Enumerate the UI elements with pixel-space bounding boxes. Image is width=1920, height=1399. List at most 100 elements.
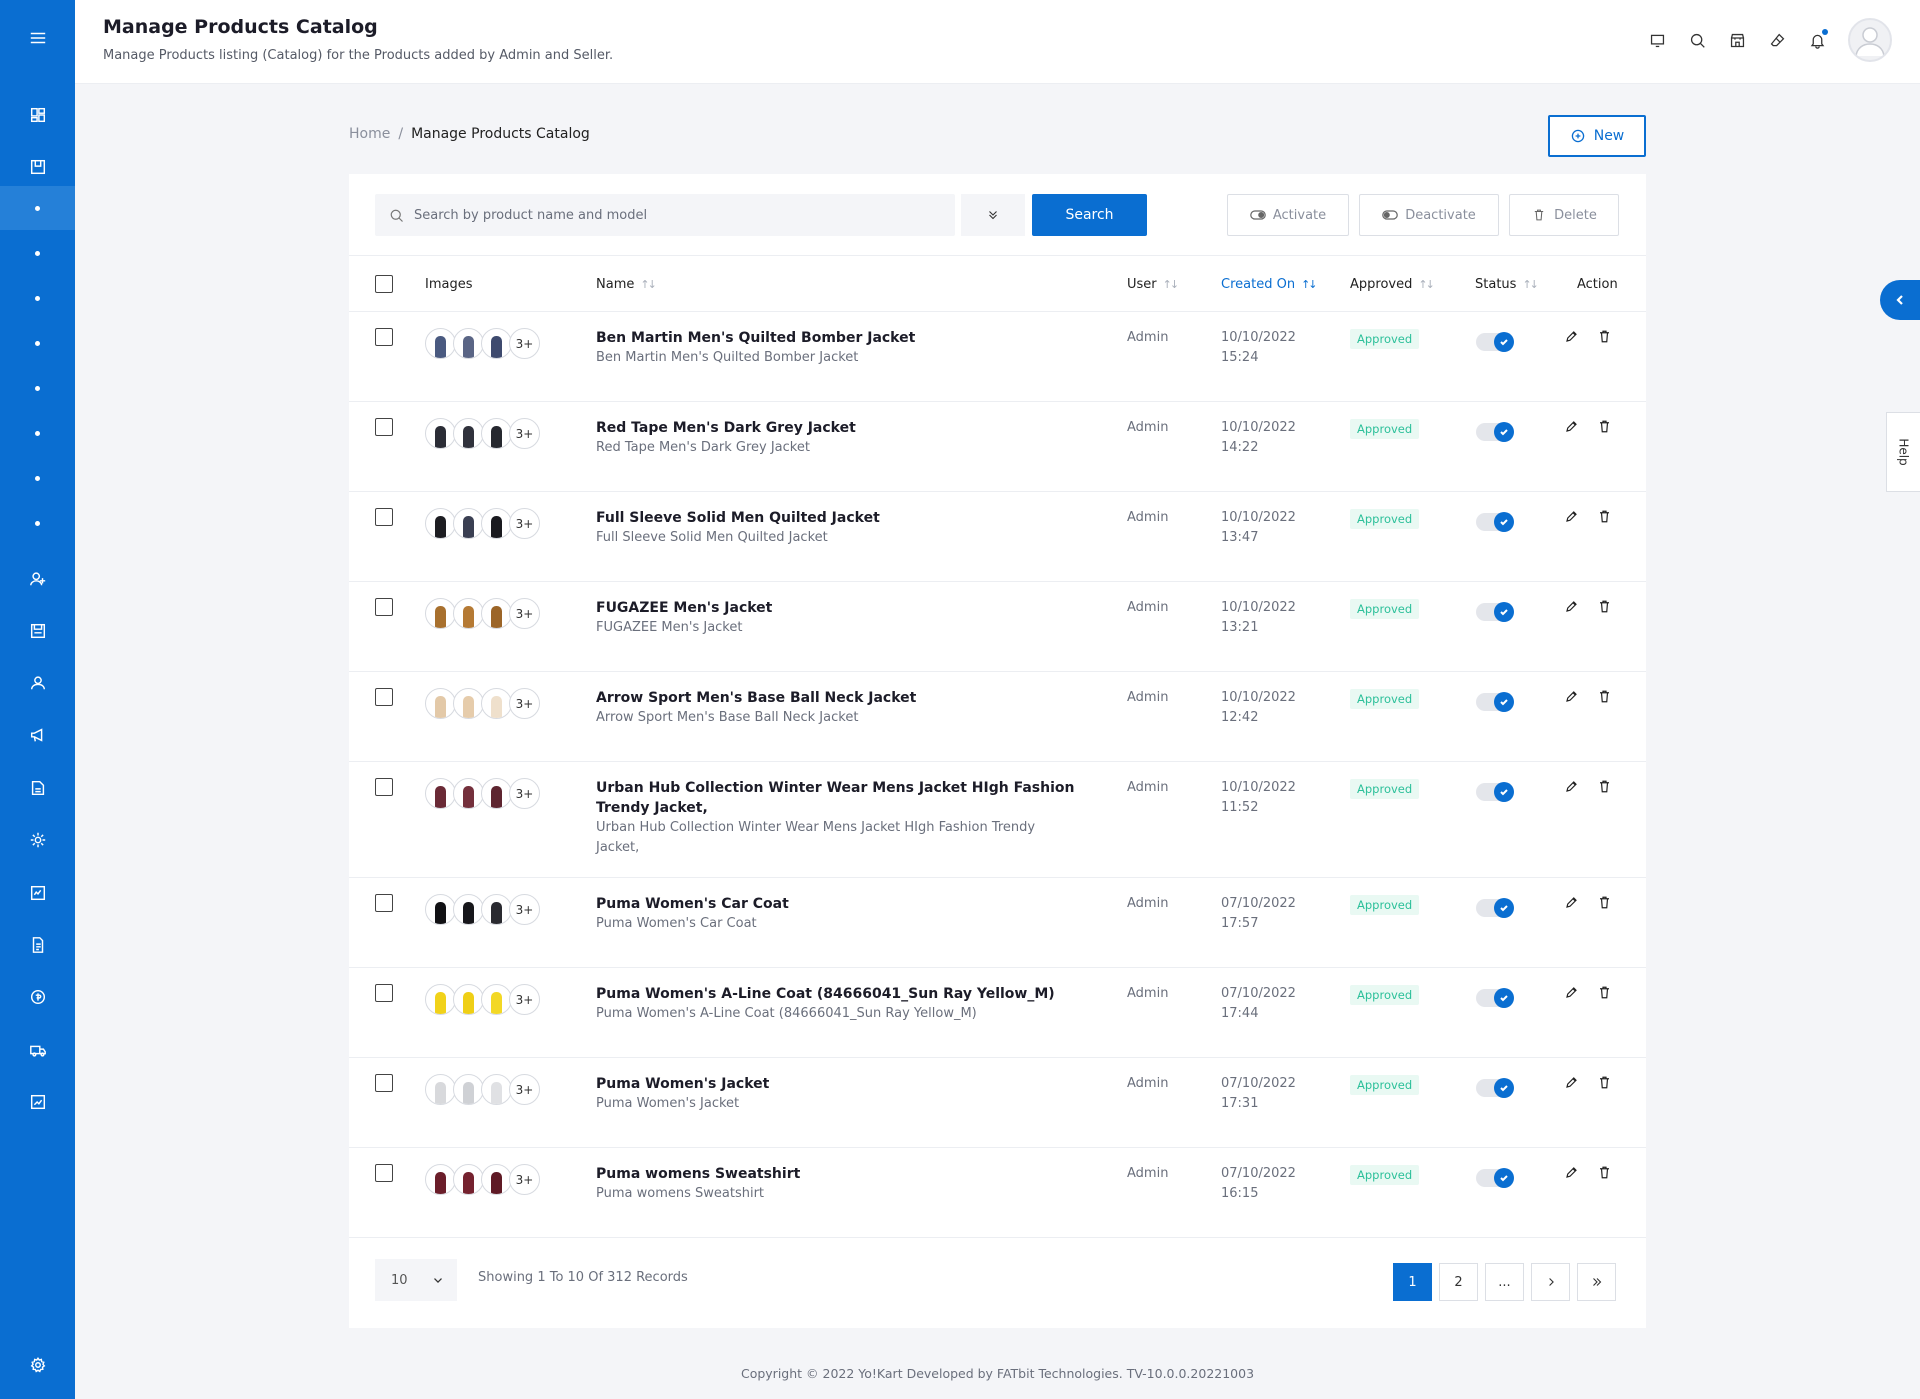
product-name[interactable]: Urban Hub Collection Winter Wear Mens Ja… <box>596 778 1076 818</box>
product-thumbnail[interactable] <box>481 984 512 1015</box>
advanced-search-toggle[interactable] <box>961 194 1025 236</box>
product-thumbnail[interactable] <box>481 1164 512 1195</box>
sidebar-item-reports[interactable] <box>0 871 75 915</box>
delete-row-button[interactable] <box>1597 599 1612 618</box>
product-thumbnail[interactable] <box>425 1074 456 1105</box>
row-checkbox[interactable] <box>375 328 393 346</box>
delete-row-button[interactable] <box>1597 985 1612 1004</box>
sidebar-item-shipping[interactable] <box>0 1028 75 1072</box>
product-thumbnail[interactable] <box>453 1074 484 1105</box>
edit-button[interactable] <box>1564 895 1579 914</box>
product-thumbnail[interactable] <box>481 328 512 359</box>
column-created-on[interactable]: Created On ↑↓ <box>1221 256 1318 312</box>
row-checkbox[interactable] <box>375 1164 393 1182</box>
product-name[interactable]: Puma Women's Car Coat <box>596 894 1076 914</box>
next-page-button[interactable] <box>1531 1263 1570 1301</box>
more-images-badge[interactable]: 3+ <box>509 418 540 449</box>
product-thumbnail[interactable] <box>425 418 456 449</box>
product-thumbnail[interactable] <box>425 984 456 1015</box>
row-checkbox[interactable] <box>375 598 393 616</box>
breadcrumb-home[interactable]: Home <box>349 126 390 142</box>
product-thumbnail[interactable] <box>453 328 484 359</box>
sidebar-subitem[interactable] <box>0 321 75 365</box>
sidebar-subitem[interactable] <box>0 366 75 410</box>
header-search-button[interactable] <box>1688 31 1706 49</box>
product-name[interactable]: Red Tape Men's Dark Grey Jacket <box>596 418 1076 438</box>
product-thumbnail[interactable] <box>453 508 484 539</box>
product-thumbnail[interactable] <box>453 598 484 629</box>
sidebar-item-documents[interactable] <box>0 923 75 967</box>
product-name[interactable]: Arrow Sport Men's Base Ball Neck Jacket <box>596 688 1076 708</box>
sidebar-item-user[interactable] <box>0 661 75 705</box>
sidebar-item-users[interactable] <box>0 557 75 601</box>
product-thumbnail[interactable] <box>425 894 456 925</box>
product-thumbnail[interactable] <box>481 1074 512 1105</box>
delete-row-button[interactable] <box>1597 1075 1612 1094</box>
sidebar-subitem[interactable] <box>0 411 75 455</box>
page-button-1[interactable]: 1 <box>1393 1263 1432 1301</box>
status-toggle[interactable] <box>1476 1078 1514 1098</box>
product-name[interactable]: Full Sleeve Solid Men Quilted Jacket <box>596 508 1076 528</box>
last-page-button[interactable] <box>1577 1263 1616 1301</box>
status-toggle[interactable] <box>1476 422 1514 442</box>
sidebar-item-promotions[interactable] <box>0 713 75 757</box>
row-checkbox[interactable] <box>375 894 393 912</box>
product-name[interactable]: Ben Martin Men's Quilted Bomber Jacket <box>596 328 1076 348</box>
sidebar-subitem-products[interactable] <box>0 186 75 230</box>
menu-toggle[interactable] <box>0 16 75 60</box>
page-ellipsis[interactable]: ... <box>1485 1263 1524 1301</box>
product-thumbnail[interactable] <box>453 418 484 449</box>
edit-button[interactable] <box>1564 509 1579 528</box>
edit-button[interactable] <box>1564 599 1579 618</box>
column-name[interactable]: Name ↑↓ <box>596 256 657 312</box>
edit-button[interactable] <box>1564 1075 1579 1094</box>
edit-button[interactable] <box>1564 689 1579 708</box>
delete-button[interactable]: Delete <box>1509 194 1619 236</box>
delete-row-button[interactable] <box>1597 419 1612 438</box>
delete-row-button[interactable] <box>1597 689 1612 708</box>
edit-button[interactable] <box>1564 1165 1579 1184</box>
product-thumbnail[interactable] <box>481 688 512 719</box>
product-thumbnail[interactable] <box>453 778 484 809</box>
new-product-button[interactable]: New <box>1548 115 1646 157</box>
product-thumbnail[interactable] <box>425 688 456 719</box>
per-page-select[interactable]: 10 <box>375 1259 457 1301</box>
deactivate-button[interactable]: Deactivate <box>1359 194 1499 236</box>
product-thumbnail[interactable] <box>453 984 484 1015</box>
sidebar-item-payments[interactable] <box>0 975 75 1019</box>
sidebar-subitem[interactable] <box>0 231 75 275</box>
delete-row-button[interactable] <box>1597 1165 1612 1184</box>
page-button-2[interactable]: 2 <box>1439 1263 1478 1301</box>
row-checkbox[interactable] <box>375 688 393 706</box>
more-images-badge[interactable]: 3+ <box>509 894 540 925</box>
status-toggle[interactable] <box>1476 1168 1514 1188</box>
status-toggle[interactable] <box>1476 602 1514 622</box>
column-approved[interactable]: Approved ↑↓ <box>1350 256 1435 312</box>
column-status[interactable]: Status ↑↓ <box>1475 256 1539 312</box>
product-name[interactable]: Puma Women's A-Line Coat (84666041_Sun R… <box>596 984 1076 1004</box>
help-tab[interactable]: Help <box>1886 412 1920 492</box>
product-name[interactable]: FUGAZEE Men's Jacket <box>596 598 1076 618</box>
product-thumbnail[interactable] <box>481 778 512 809</box>
avatar[interactable] <box>1848 18 1892 62</box>
store-button[interactable] <box>1728 31 1746 49</box>
delete-row-button[interactable] <box>1597 509 1612 528</box>
product-thumbnail[interactable] <box>425 328 456 359</box>
product-thumbnail[interactable] <box>481 598 512 629</box>
product-thumbnail[interactable] <box>453 1164 484 1195</box>
product-thumbnail[interactable] <box>453 894 484 925</box>
collapse-panel-button[interactable] <box>1880 280 1920 320</box>
sidebar-item-cms[interactable] <box>0 766 75 810</box>
edit-button[interactable] <box>1564 419 1579 438</box>
notifications-button[interactable] <box>1808 29 1828 49</box>
clear-cache-button[interactable] <box>1768 31 1786 49</box>
delete-row-button[interactable] <box>1597 779 1612 798</box>
product-thumbnail[interactable] <box>481 894 512 925</box>
more-images-badge[interactable]: 3+ <box>509 1074 540 1105</box>
product-thumbnail[interactable] <box>425 778 456 809</box>
sidebar-item-dashboard[interactable] <box>0 93 75 137</box>
status-toggle[interactable] <box>1476 692 1514 712</box>
more-images-badge[interactable]: 3+ <box>509 1164 540 1195</box>
status-toggle[interactable] <box>1476 898 1514 918</box>
more-images-badge[interactable]: 3+ <box>509 598 540 629</box>
